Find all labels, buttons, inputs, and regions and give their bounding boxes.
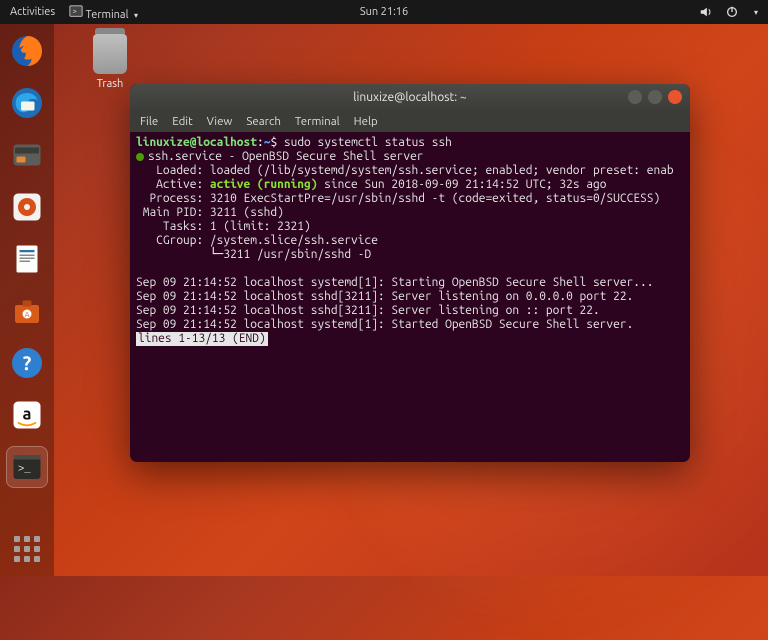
- svg-text:?: ?: [23, 352, 32, 374]
- active-pre: Active:: [136, 178, 210, 191]
- command-text: sudo systemctl status ssh: [284, 136, 452, 149]
- terminal-output[interactable]: linuxize@localhost:~$ sudo systemctl sta…: [130, 132, 690, 462]
- clock[interactable]: Sun 21:16: [360, 6, 408, 18]
- top-bar: Activities > Terminal ▾ Sun 21:16 ▾: [0, 0, 768, 24]
- process-line: Process: 3210 ExecStartPre=/usr/sbin/ssh…: [136, 192, 660, 205]
- pager-status: lines 1-13/13 (END): [136, 332, 268, 346]
- dock-rhythmbox[interactable]: [6, 186, 48, 228]
- dock-amazon[interactable]: a: [6, 394, 48, 436]
- active-value: active (running): [210, 178, 318, 191]
- cgroup-tree-line: └─3211 /usr/sbin/sshd -D: [136, 248, 371, 261]
- chevron-down-icon: ▾: [134, 11, 138, 20]
- menu-edit[interactable]: Edit: [172, 115, 192, 128]
- log-line-4: Sep 09 21:14:52 localhost systemd[1]: St…: [136, 318, 633, 331]
- loaded-line: Loaded: loaded (/lib/systemd/system/ssh.…: [136, 164, 674, 177]
- menu-file[interactable]: File: [140, 115, 158, 128]
- cgroup-line: CGroup: /system.slice/ssh.service: [136, 234, 378, 247]
- dock-help[interactable]: ?: [6, 342, 48, 384]
- mainpid-line: Main PID: 3211 (sshd): [136, 206, 284, 219]
- svg-text:>_: >_: [18, 464, 31, 476]
- app-menu-label: Terminal: [86, 9, 129, 21]
- svg-text:A: A: [25, 311, 30, 319]
- prompt-user: linuxize@localhost: [136, 136, 257, 149]
- volume-icon[interactable]: [699, 5, 713, 19]
- prompt-end: $: [270, 136, 283, 149]
- svg-text:>: >: [73, 7, 77, 15]
- window-minimize-button[interactable]: [628, 90, 642, 104]
- log-line-2: Sep 09 21:14:52 localhost sshd[3211]: Se…: [136, 290, 633, 303]
- tasks-line: Tasks: 1 (limit: 2321): [136, 220, 311, 233]
- activities-button[interactable]: Activities: [10, 6, 55, 18]
- desktop-trash[interactable]: Trash: [80, 34, 140, 90]
- chevron-down-icon[interactable]: ▾: [754, 8, 758, 17]
- svg-text:a: a: [23, 406, 32, 424]
- menu-bar: File Edit View Search Terminal Help: [130, 110, 690, 132]
- service-line: ssh.service - OpenBSD Secure Shell serve…: [148, 150, 424, 163]
- dock: A ? a >_: [0, 24, 54, 576]
- dock-writer[interactable]: [6, 238, 48, 280]
- window-titlebar[interactable]: linuxize@localhost: ~: [130, 84, 690, 110]
- dock-firefox[interactable]: [6, 30, 48, 72]
- terminal-icon: >: [69, 4, 83, 18]
- terminal-window: linuxize@localhost: ~ File Edit View Sea…: [130, 84, 690, 462]
- dock-files[interactable]: [6, 134, 48, 176]
- menu-view[interactable]: View: [207, 115, 233, 128]
- trash-icon: [93, 34, 127, 74]
- dock-software[interactable]: A: [6, 290, 48, 332]
- power-icon[interactable]: [725, 5, 739, 19]
- menu-terminal[interactable]: Terminal: [295, 115, 340, 128]
- dock-terminal[interactable]: >_: [6, 446, 48, 488]
- window-close-button[interactable]: [668, 90, 682, 104]
- status-dot-icon: [136, 153, 144, 161]
- active-post: since Sun 2018-09-09 21:14:52 UTC; 32s a…: [317, 178, 606, 191]
- window-title: linuxize@localhost: ~: [353, 91, 466, 104]
- prompt-sep: :: [257, 136, 264, 149]
- dock-thunderbird[interactable]: [6, 82, 48, 124]
- log-line-1: Sep 09 21:14:52 localhost systemd[1]: St…: [136, 276, 653, 289]
- menu-search[interactable]: Search: [246, 115, 281, 128]
- menu-help[interactable]: Help: [354, 115, 378, 128]
- log-line-3: Sep 09 21:14:52 localhost sshd[3211]: Se…: [136, 304, 600, 317]
- window-maximize-button[interactable]: [648, 90, 662, 104]
- app-menu[interactable]: > Terminal ▾: [69, 4, 138, 21]
